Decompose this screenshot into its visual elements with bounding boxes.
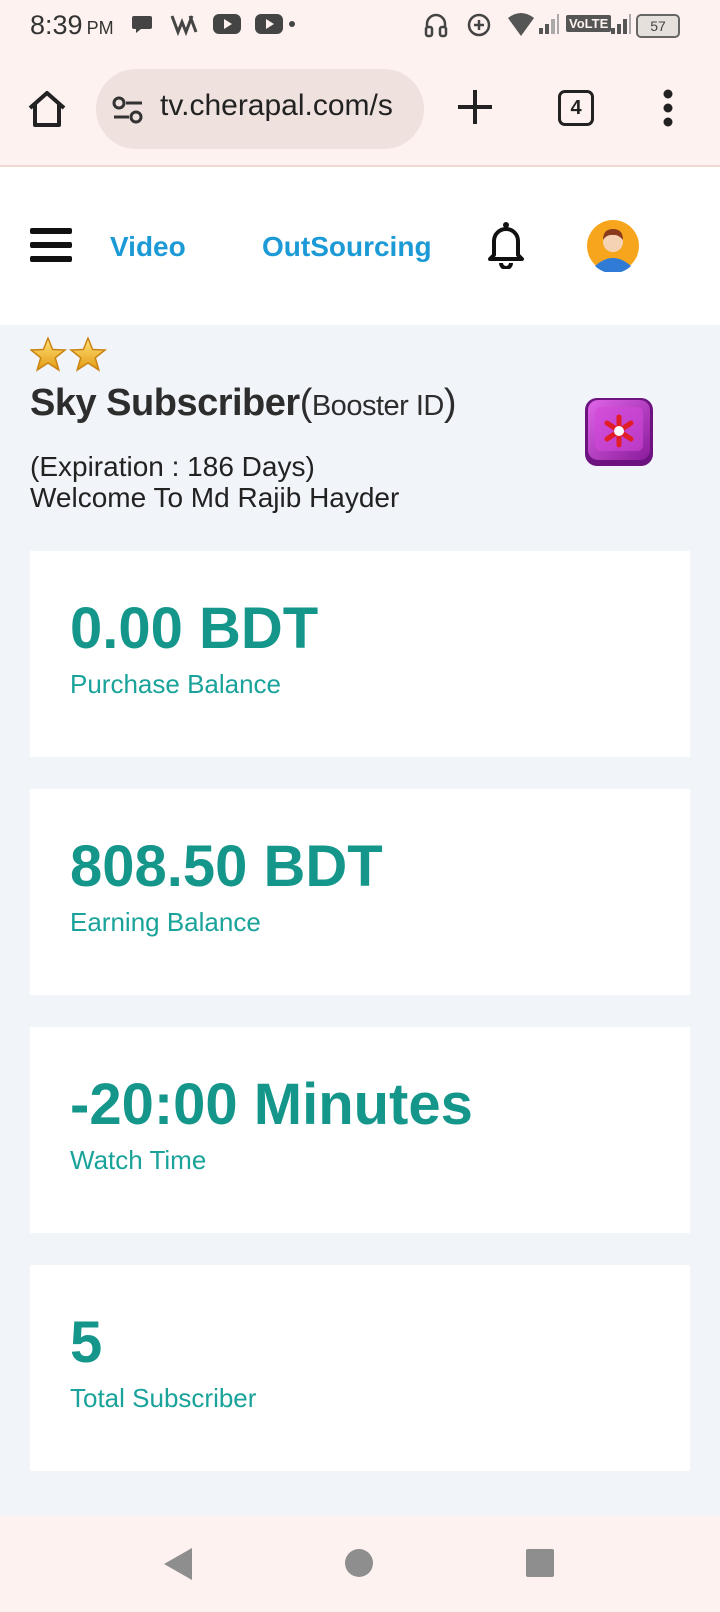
site-settings-icon[interactable]: [112, 95, 144, 125]
hamburger-menu-icon[interactable]: [30, 227, 72, 263]
earning-balance-value: 808.50 BDT: [70, 834, 383, 899]
signal-icon: [611, 14, 631, 34]
notification-bell-icon[interactable]: [486, 221, 526, 269]
home-circle-icon[interactable]: [345, 1549, 373, 1577]
back-icon[interactable]: [162, 1546, 194, 1582]
nav-video-link[interactable]: Video: [110, 231, 186, 263]
watch-time-label: Watch Time: [70, 1145, 207, 1175]
app-notification-icon: [170, 15, 198, 36]
more-menu-icon[interactable]: [662, 88, 674, 128]
nav-outsourcing-link[interactable]: OutSourcing: [262, 231, 432, 263]
user-avatar[interactable]: [587, 220, 639, 272]
expiration-text: (Expiration : 186 Days): [30, 451, 315, 482]
youtube-icon: [255, 14, 283, 34]
more-notifications-dot-icon: [289, 21, 295, 27]
headset-icon: [424, 13, 448, 38]
new-tab-icon[interactable]: [456, 88, 494, 126]
tab-switcher-button[interactable]: 4: [558, 90, 594, 126]
chat-bubble-icon: [132, 16, 152, 33]
wifi-icon: [508, 13, 534, 36]
watch-time-card: -20:00 Minutes Watch Time: [30, 1027, 690, 1233]
booster-id-label: Booster ID: [311, 390, 445, 422]
booster-badge-icon[interactable]: [582, 395, 656, 469]
recent-apps-icon[interactable]: [526, 1549, 554, 1577]
battery-indicator: 57: [636, 14, 680, 38]
purchase-balance-card: 0.00 BDT Purchase Balance: [30, 551, 690, 757]
total-subscriber-card: 5 Total Subscriber: [30, 1265, 690, 1471]
membership-title: Sky Subscriber(Booster ID): [30, 382, 457, 424]
welcome-text: Welcome To Md Rajib Hayder: [30, 482, 400, 513]
purchase-balance-value: 0.00 BDT: [70, 596, 319, 661]
signal-icon: [539, 14, 559, 34]
address-bar[interactable]: tv.cherapal.com/s: [96, 69, 424, 149]
total-subscriber-value: 5: [70, 1310, 103, 1375]
data-saver-icon: [467, 13, 491, 37]
status-time: 8:39 PM: [30, 10, 114, 40]
earning-balance-card: 808.50 BDT Earning Balance: [30, 789, 690, 995]
purchase-balance-label: Purchase Balance: [70, 669, 282, 699]
url-text[interactable]: tv.cherapal.com/s: [160, 89, 405, 123]
site-navbar: Video OutSourcing: [0, 167, 720, 325]
browser-toolbar: tv.cherapal.com/s 4: [0, 52, 720, 167]
total-subscriber-label: Total Subscriber: [70, 1383, 257, 1413]
youtube-icon: [213, 14, 241, 34]
rank-stars-icon: [30, 337, 108, 372]
watch-time-value: -20:00 Minutes: [70, 1072, 473, 1137]
system-navigation-bar: [0, 1516, 720, 1612]
status-bar: 8:39 PM VoLTE 57: [0, 0, 720, 52]
volte-badge: VoLTE: [566, 15, 612, 32]
earning-balance-label: Earning Balance: [70, 907, 261, 937]
home-icon[interactable]: [26, 88, 68, 130]
